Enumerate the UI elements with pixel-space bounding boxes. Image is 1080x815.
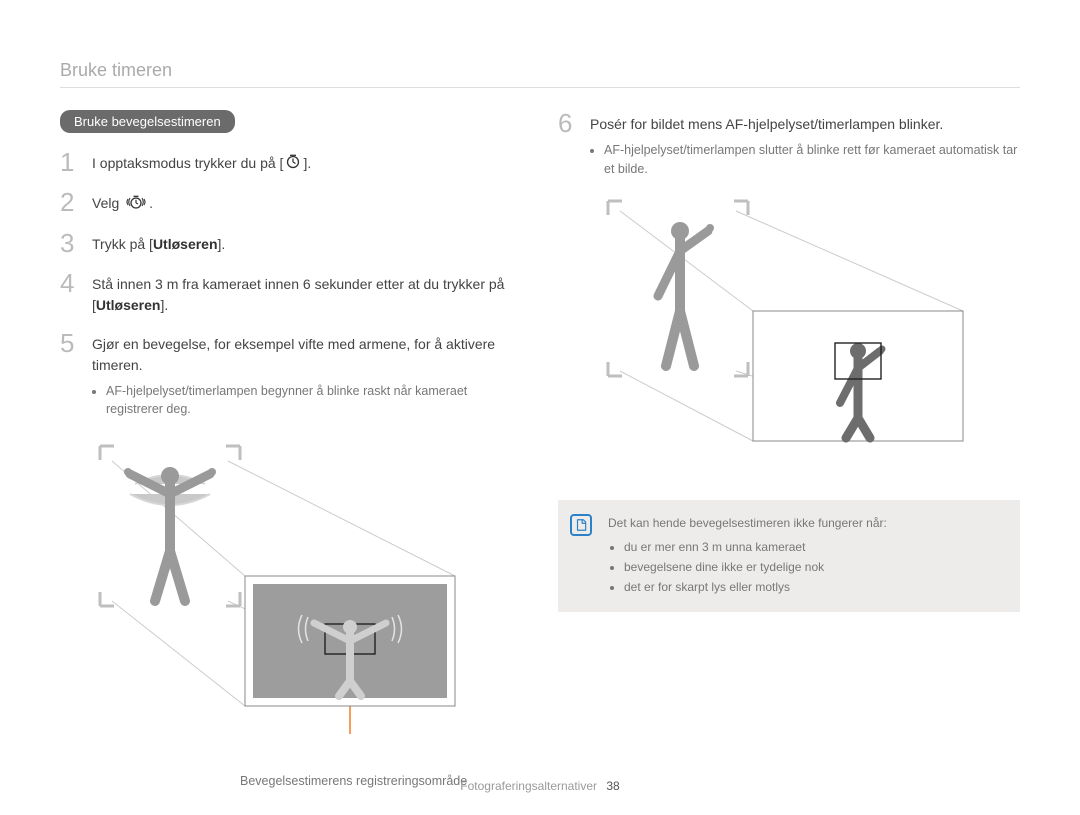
step-text: Posér for bildet mens AF-hjelpelyset/tim… <box>590 110 1020 182</box>
step-6: 6 Posér for bildet mens AF-hjelpelyset/t… <box>558 110 1020 182</box>
note-title: Det kan hende bevegelsestimeren ikke fun… <box>608 514 1006 532</box>
step-5: 5 Gjør en bevegelse, for eksempel vifte … <box>60 330 522 423</box>
bullet-item: du er mer enn 3 m unna kameraet <box>624 538 1006 556</box>
step-text: Stå innen 3 m fra kameraet innen 6 sekun… <box>92 270 522 316</box>
step-bullets: AF-hjelpelyset/timerlampen slutter å bli… <box>590 141 1020 179</box>
step-number: 3 <box>60 230 82 256</box>
step-1: 1 I opptaksmodus trykker du på []. <box>60 149 522 175</box>
step-text: Trykk på [Utløseren]. <box>92 230 522 255</box>
right-column: 6 Posér for bildet mens AF-hjelpelyset/t… <box>558 110 1020 756</box>
content-columns: Bruke bevegelsestimeren 1 I opptaksmodus… <box>60 110 1020 756</box>
illustration-pose <box>558 196 1020 476</box>
divider <box>60 87 1020 88</box>
step-4: 4 Stå innen 3 m fra kameraet innen 6 sek… <box>60 270 522 316</box>
bullet-item: AF-hjelpelyset/timerlampen slutter å bli… <box>604 141 1020 179</box>
motion-timer-icon <box>125 194 147 216</box>
page-number: 38 <box>606 779 619 793</box>
step-bullets: AF-hjelpelyset/timerlampen begynner å bl… <box>92 382 522 420</box>
timer-icon <box>285 153 301 175</box>
page-footer: Fotograferingsalternativer 38 <box>0 779 1080 793</box>
note-bullets: du er mer enn 3 m unna kameraet bevegels… <box>608 538 1006 596</box>
step-text: Gjør en bevegelse, for eksempel vifte me… <box>92 330 522 423</box>
step-number: 1 <box>60 149 82 175</box>
step-number: 4 <box>60 270 82 296</box>
bullet-item: bevegelsene dine ikke er tydelige nok <box>624 558 1006 576</box>
step-text: Velg . <box>92 189 522 215</box>
step-text: I opptaksmodus trykker du på []. <box>92 149 522 175</box>
left-column: Bruke bevegelsestimeren 1 I opptaksmodus… <box>60 110 522 756</box>
step-number: 6 <box>558 110 580 136</box>
section-pill: Bruke bevegelsestimeren <box>60 110 235 133</box>
note-box: Det kan hende bevegelsestimeren ikke fun… <box>558 500 1020 612</box>
page-title: Bruke timeren <box>60 60 1020 81</box>
bullet-item: AF-hjelpelyset/timerlampen begynner å bl… <box>106 382 522 420</box>
bullet-item: det er for skarpt lys eller motlys <box>624 578 1006 596</box>
note-icon <box>570 514 592 536</box>
step-number: 5 <box>60 330 82 356</box>
step-3: 3 Trykk på [Utløseren]. <box>60 230 522 256</box>
illustration-motion-detect: Bevegelsestimerens registreringsområde <box>60 436 522 756</box>
footer-section: Fotograferingsalternativer <box>460 779 597 793</box>
step-2: 2 Velg . <box>60 189 522 215</box>
step-number: 2 <box>60 189 82 215</box>
